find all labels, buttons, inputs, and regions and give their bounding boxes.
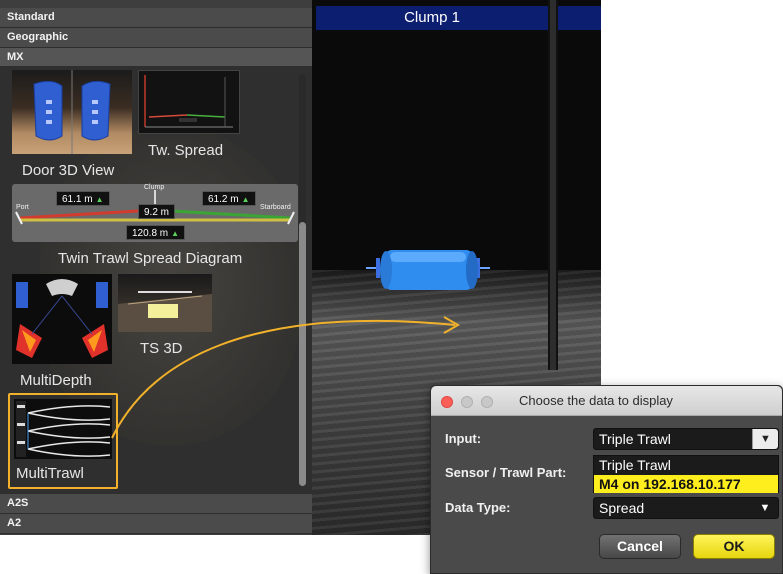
category-standard[interactable]: Standard (0, 8, 312, 28)
door-3d-thumbnail (12, 70, 132, 154)
close-window-icon[interactable] (441, 396, 453, 408)
tile-label-multidepth: MultiDepth (20, 372, 92, 389)
library-scrollbar[interactable] (299, 74, 306, 486)
left-distance-value: 61.1 m (62, 194, 93, 205)
input-select-value: Triple Trawl (599, 431, 671, 447)
signal-icon: ▲ (241, 195, 250, 204)
category-a2s[interactable]: A2S (0, 494, 312, 514)
tile-multitrawl[interactable]: MultiTrawl (8, 393, 118, 489)
clump-icon (366, 250, 490, 290)
maximize-window-icon[interactable] (481, 396, 493, 408)
tw-spread-thumbnail (138, 70, 240, 134)
chevron-down-icon[interactable]: ▼ (752, 498, 778, 518)
right-distance-readout: 61.2 m ▲ (202, 191, 256, 206)
tile-label-twin-trawl: Twin Trawl Spread Diagram (58, 250, 243, 267)
category-a2[interactable]: A2 (0, 514, 312, 534)
screen: Standard Geographic MX Door 3D View Tw. … (0, 0, 783, 574)
input-select[interactable]: Triple Trawl ▼ (593, 428, 779, 450)
tile-ts-3d[interactable]: TS 3D (118, 274, 214, 360)
tile-twin-trawl-spread-diagram[interactable]: Port Clump Starboard 61.1 m ▲ 9.2 m 61.2 … (12, 184, 298, 242)
view-separator[interactable] (548, 0, 558, 370)
sensor-option-triple-trawl[interactable]: Triple Trawl (594, 456, 778, 474)
right-distance-value: 61.2 m (208, 194, 239, 205)
dialog-title: Choose the data to display (519, 393, 673, 408)
sensor-label: Sensor / Trawl Part: (445, 465, 567, 480)
tile-tw-spread[interactable]: Tw. Spread (138, 70, 242, 162)
tile-label-ts-3d: TS 3D (140, 340, 183, 357)
clump-height-readout: 9.2 m (138, 204, 176, 219)
library-scrollbar-thumb[interactable] (299, 222, 306, 486)
ts-3d-thumbnail (118, 274, 212, 332)
mx-display-list[interactable]: Door 3D View Tw. Spread Port Clump Starb… (0, 66, 312, 494)
signal-icon: ▲ (171, 229, 180, 238)
port-label: Port (16, 204, 29, 211)
category-mx[interactable]: MX (0, 48, 312, 68)
category-geographic[interactable]: Geographic (0, 28, 312, 48)
choose-data-dialog: Choose the data to display Input: Triple… (430, 385, 783, 574)
display-library-panel: Standard Geographic MX Door 3D View Tw. … (0, 0, 312, 535)
multitrawl-thumbnail (14, 399, 112, 459)
starboard-label: Starboard (260, 204, 291, 211)
total-spread-value: 120.8 m (132, 228, 169, 239)
video-title: Clump 1 (316, 6, 548, 30)
multidepth-thumbnail (12, 274, 112, 364)
tile-label-tw-spread: Tw. Spread (148, 142, 224, 159)
sensor-dropdown-list[interactable]: Triple Trawl M4 on 192.168.10.177 (593, 455, 779, 493)
data-type-select-value: Spread (599, 500, 645, 516)
tile-label-multitrawl: MultiTrawl (16, 465, 84, 482)
tile-label-door-3d: Door 3D View (22, 162, 115, 179)
ok-button[interactable]: OK (693, 534, 775, 559)
left-distance-readout: 61.1 m ▲ (56, 191, 110, 206)
data-type-select[interactable]: Spread ▼ (593, 497, 779, 519)
cancel-button[interactable]: Cancel (599, 534, 681, 559)
minimize-window-icon[interactable] (461, 396, 473, 408)
input-label: Input: (445, 431, 482, 446)
signal-icon: ▲ (95, 195, 104, 204)
second-view-title-bar (558, 6, 601, 30)
dialog-titlebar[interactable]: Choose the data to display (431, 386, 782, 416)
data-type-label: Data Type: (445, 500, 511, 515)
tile-multidepth[interactable]: MultiDepth (12, 274, 116, 392)
clump-label: Clump (144, 184, 165, 191)
sensor-option-m4[interactable]: M4 on 192.168.10.177 (594, 475, 778, 493)
chevron-down-icon[interactable]: ▼ (752, 429, 778, 449)
total-spread-readout: 120.8 m ▲ (126, 225, 186, 240)
tile-door-3d-view[interactable]: Door 3D View (12, 70, 134, 182)
clump-height-value: 9.2 m (144, 207, 170, 218)
